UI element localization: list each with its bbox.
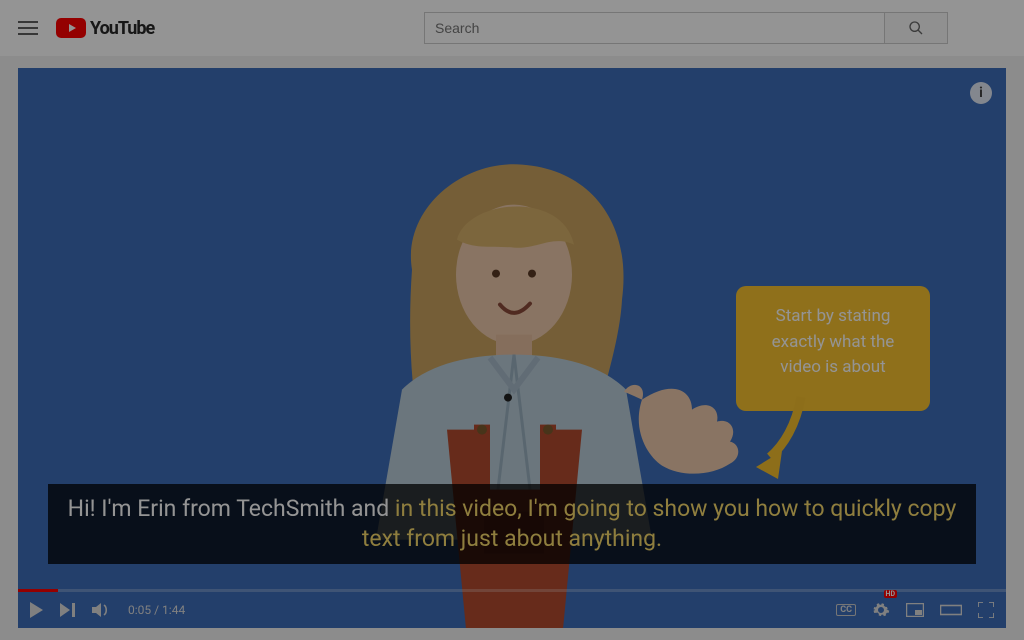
cc-icon: CC — [836, 604, 856, 616]
youtube-logo[interactable]: YouTube — [56, 18, 154, 39]
fullscreen-icon — [978, 602, 994, 618]
annotation-arrow-icon — [756, 395, 816, 481]
search-input[interactable] — [424, 12, 884, 44]
player-controls: 0:05 / 1:44 CC HD — [18, 592, 1006, 628]
fullscreen-button[interactable] — [978, 592, 994, 628]
theater-button[interactable] — [940, 592, 962, 628]
annotation-callout: Start by stating exactly what the video … — [736, 286, 930, 411]
caption-text-highlight: in this video, I'm going to show you how… — [362, 495, 956, 552]
next-button[interactable] — [60, 592, 76, 628]
miniplayer-icon — [906, 603, 924, 617]
captions-button[interactable]: CC — [836, 592, 856, 628]
info-card-button[interactable]: i — [970, 82, 992, 104]
theater-icon — [940, 603, 962, 617]
volume-icon — [92, 602, 112, 618]
play-icon — [30, 602, 44, 618]
search-form — [424, 12, 948, 44]
settings-button[interactable]: HD — [872, 592, 890, 628]
play-button[interactable] — [30, 592, 44, 628]
caption-text-plain: Hi! I'm Erin from TechSmith and — [68, 495, 395, 522]
menu-icon — [18, 21, 38, 35]
miniplayer-button[interactable] — [906, 592, 924, 628]
youtube-logo-text: YouTube — [90, 18, 154, 39]
masthead: YouTube — [0, 0, 1024, 56]
hamburger-menu-button[interactable] — [16, 16, 40, 40]
gear-icon — [872, 601, 890, 619]
search-button[interactable] — [884, 12, 948, 44]
search-icon — [908, 20, 924, 36]
next-icon — [60, 603, 76, 617]
time-display: 0:05 / 1:44 — [128, 603, 185, 617]
caption-overlay: Hi! I'm Erin from TechSmith and in this … — [48, 484, 976, 564]
annotation-text: Start by stating exactly what the video … — [772, 306, 895, 377]
hd-badge: HD — [884, 590, 898, 598]
volume-button[interactable] — [92, 592, 112, 628]
youtube-play-icon — [56, 18, 86, 38]
info-icon: i — [979, 85, 983, 101]
video-player[interactable]: Start by stating exactly what the video … — [18, 68, 1006, 628]
